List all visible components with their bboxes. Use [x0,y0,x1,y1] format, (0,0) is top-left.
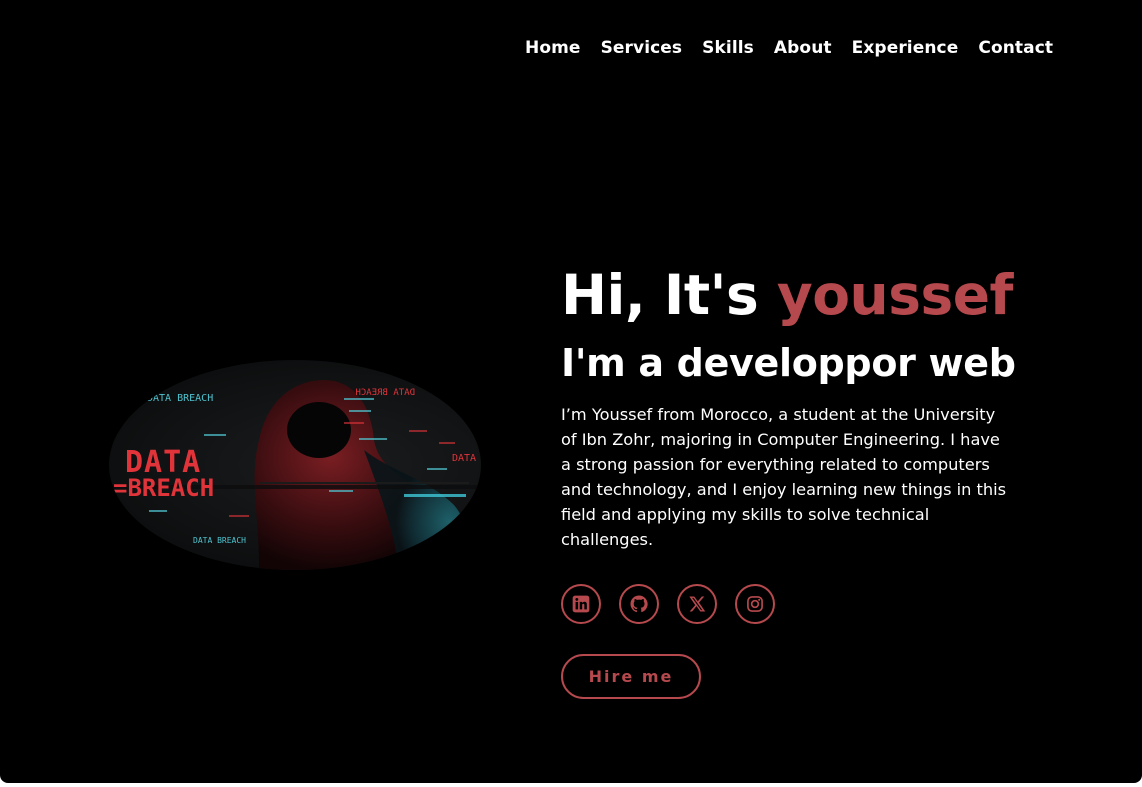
nav-about[interactable]: About [774,38,832,58]
social-links [561,584,1021,624]
main-nav: Home Services Skills About Experience Co… [525,38,1053,58]
hero-role: I'm a developpor web [561,341,1016,385]
github-icon [630,595,648,613]
hero-image: DATA =BREACH DATA BREACH DATA BREACH DAT… [109,360,481,570]
right-data-text: DATA [452,453,476,464]
hire-me-button[interactable]: Hire me [561,654,701,699]
hero-bio: I’m Youssef from Morocco, a student at t… [561,405,1007,549]
small-breach-text-2: DATA BREACH [193,536,246,545]
small-breach-text-1: DATA BREACH [147,393,213,404]
nav-experience[interactable]: Experience [852,38,959,58]
linkedin-link[interactable] [561,584,601,624]
greeting-text: Hi, It's [561,263,759,327]
x-link[interactable] [677,584,717,624]
hero-content: Hi, It's youssef I'm a developpor web I’… [561,262,1021,699]
nav-home[interactable]: Home [525,38,581,58]
github-link[interactable] [619,584,659,624]
nav-skills[interactable]: Skills [702,38,754,58]
page-frame: Home Services Skills About Experience Co… [0,0,1142,783]
face-shadow [287,402,351,458]
hero-greeting: Hi, It's youssef [561,262,1021,328]
linkedin-icon [572,595,590,613]
x-icon [689,596,706,612]
nav-services[interactable]: Services [601,38,683,58]
instagram-link[interactable] [735,584,775,624]
breach-text: =BREACH [113,474,214,502]
hero-name: youssef [776,263,1014,327]
nav-contact[interactable]: Contact [978,38,1053,58]
mirrored-text: DATA BREACH [355,388,415,398]
instagram-icon [747,596,763,612]
hacker-illustration: DATA =BREACH DATA BREACH DATA BREACH DAT… [109,380,481,570]
